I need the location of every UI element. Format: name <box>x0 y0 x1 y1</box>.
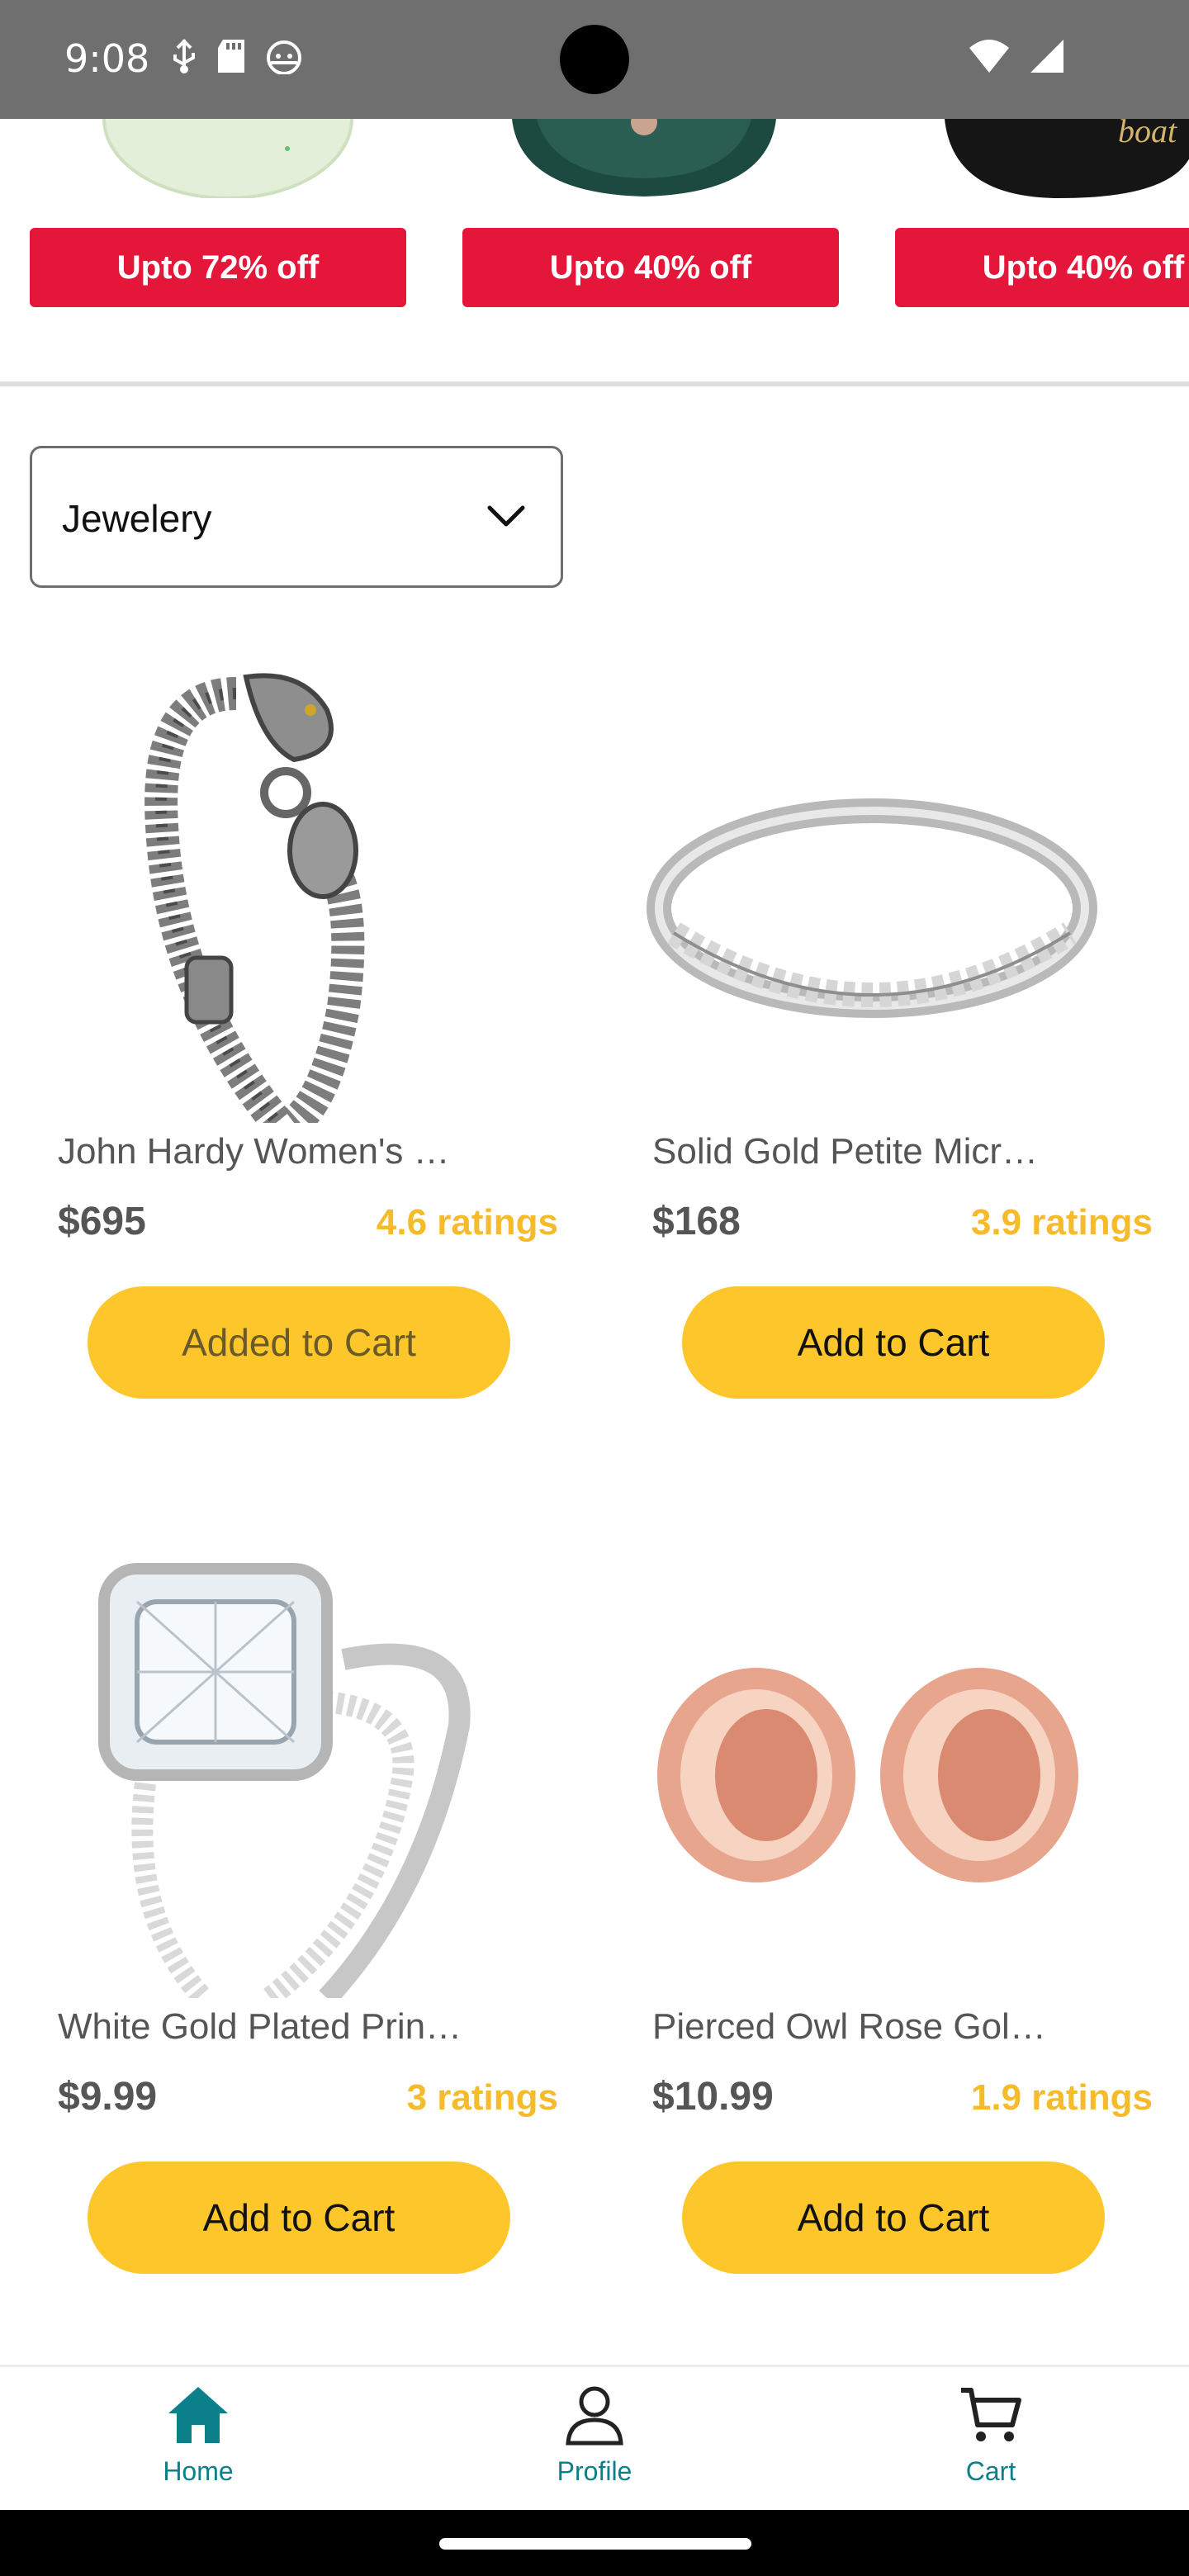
silver-ring-image[interactable] <box>624 661 1153 1123</box>
add-to-cart-button[interactable]: Add to Cart <box>682 2162 1105 2274</box>
android-icon <box>267 40 301 74</box>
offer-badge[interactable]: Upto 40% off <box>895 228 1189 307</box>
category-selected-value: Jewelery <box>62 497 212 540</box>
offer-badge[interactable]: Upto 72% off <box>30 228 406 307</box>
offer-carousel[interactable]: boat Upto 72% off Upto 40% off Upto 40% … <box>0 119 1189 380</box>
add-to-cart-button[interactable]: Add to Cart <box>682 1286 1105 1399</box>
camera-cutout <box>560 25 629 94</box>
nav-label-profile: Profile <box>557 2456 632 2486</box>
section-divider <box>0 381 1189 386</box>
add-to-cart-button[interactable]: Add to Cart <box>88 2162 510 2274</box>
bottom-navigation: Home Profile Cart <box>0 2365 1189 2510</box>
product-price: $10.99 <box>652 2075 774 2119</box>
smartwatch-band-image[interactable] <box>462 119 839 198</box>
product-price: $9.99 <box>58 2075 158 2119</box>
home-icon <box>168 2387 228 2443</box>
home-indicator[interactable] <box>439 2538 751 2550</box>
chain-bracelet-image[interactable] <box>30 661 558 1136</box>
diamond-ring-set-image[interactable] <box>30 1536 558 2007</box>
nav-label-cart: Cart <box>965 2456 1016 2486</box>
status-icons-left <box>170 38 304 74</box>
chevron-down-icon <box>487 505 525 527</box>
earbuds-case-image[interactable] <box>30 119 406 198</box>
nav-item-home[interactable]: Home <box>99 2384 297 2507</box>
nav-item-cart[interactable]: Cart <box>892 2384 1090 2507</box>
usb-debug-icon <box>173 39 195 73</box>
nav-label-home: Home <box>163 2456 234 2486</box>
sd-card-icon <box>218 40 244 73</box>
product-title[interactable]: Pierced Owl Rose Gol… <box>652 2006 1131 2048</box>
status-bar: 9:08 <box>0 0 1189 119</box>
product-title[interactable]: White Gold Plated Prin… <box>58 2006 537 2048</box>
added-to-cart-button[interactable]: Added to Cart <box>88 1286 510 1399</box>
status-icons-right <box>968 38 1065 74</box>
nav-item-profile[interactable]: Profile <box>495 2384 694 2507</box>
signal-icon <box>1030 40 1063 73</box>
product-rating: 3 ratings <box>406 2077 558 2118</box>
product-title[interactable]: John Hardy Women's … <box>58 1131 537 1172</box>
product-rating: 4.6 ratings <box>376 1202 558 1243</box>
status-time: 9:08 <box>64 36 150 81</box>
category-dropdown[interactable]: Jewelery <box>30 446 563 588</box>
product-rating: 1.9 ratings <box>970 2077 1153 2118</box>
rose-gold-tunnels-image[interactable] <box>624 1536 1153 1998</box>
product-price: $168 <box>652 1200 741 1243</box>
boat-earbuds-image[interactable]: boat <box>895 119 1189 198</box>
wifi-icon <box>969 40 1009 73</box>
offer-badge[interactable]: Upto 40% off <box>462 228 839 307</box>
person-icon <box>566 2386 623 2446</box>
offer-logo-text: boat <box>1118 119 1177 149</box>
cart-icon <box>961 2388 1021 2441</box>
product-price: $695 <box>58 1200 146 1243</box>
product-title[interactable]: Solid Gold Petite Micr… <box>652 1131 1131 1172</box>
product-rating: 3.9 ratings <box>970 1202 1153 1243</box>
